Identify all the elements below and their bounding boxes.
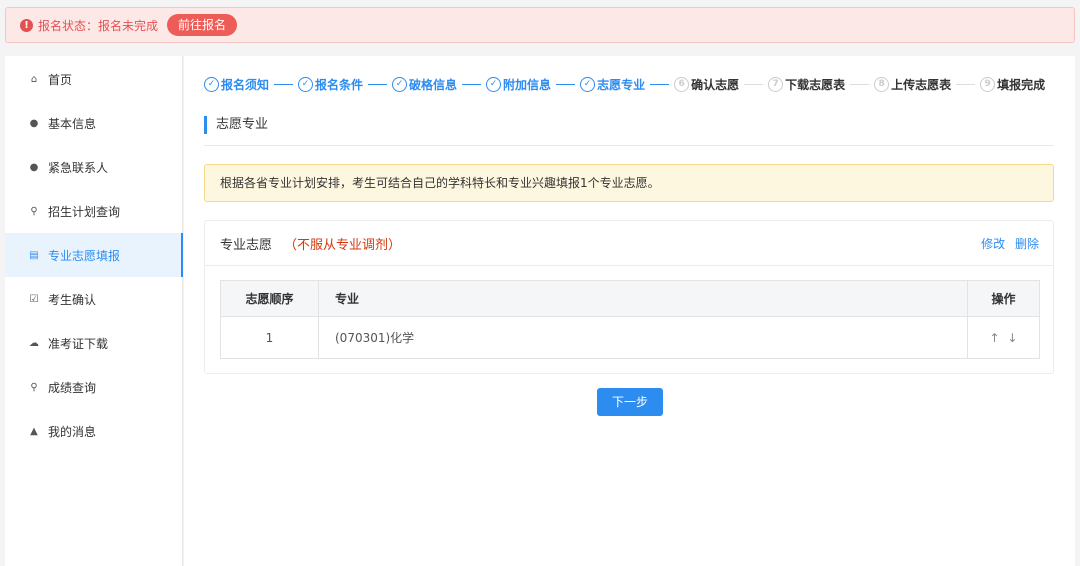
step-label: 上传志愿表 [891, 77, 952, 92]
sidebar-item-label: 招生计划查询 [48, 204, 121, 219]
col-major: 专业 [318, 280, 968, 317]
sidebar-item-label: 我的消息 [48, 424, 97, 439]
bell-icon: ▲ [30, 425, 38, 437]
step-label: 附加信息 [503, 77, 552, 92]
main-content: ✓ 报名须知 ✓ 报名条件 ✓ 破格信息 ✓ 附加信息 ✓ 志愿专业 6 确认志… [184, 56, 1075, 566]
panel-actions: 修改 删除 [975, 235, 1039, 252]
sidebar-item-label: 考生确认 [48, 292, 97, 307]
step-connector [744, 83, 764, 85]
panel-title: 专业志愿 [220, 237, 273, 253]
move-up-icon[interactable]: ↑ [990, 331, 1000, 345]
step-number: 9 [980, 76, 996, 92]
divider [204, 145, 1054, 146]
check-circle-icon: ✓ [204, 76, 219, 92]
status-alert: ! 报名状态：报名未完成 前往报名 [5, 7, 1075, 43]
panel-header: 专业志愿 （不服从专业调剂） 修改 删除 [205, 221, 1053, 266]
checkbox-icon: ☑ [29, 293, 39, 305]
search-icon: ⚲ [30, 205, 38, 217]
step-label: 报名须知 [221, 77, 270, 92]
sidebar-item-messages[interactable]: ▲ 我的消息 [5, 409, 182, 453]
edit-link[interactable]: 修改 [981, 237, 1005, 251]
sidebar-item-candidate-confirm[interactable]: ☑ 考生确认 [5, 277, 182, 321]
move-down-icon[interactable]: ↓ [1007, 331, 1017, 345]
step-label: 破格信息 [409, 77, 458, 92]
preference-table: 志愿顺序 专业 操作 1 (070301)化学 ↑ ↓ [220, 280, 1040, 359]
step-number: 6 [674, 76, 690, 92]
step-3: ✓ 破格信息 [392, 76, 457, 93]
sidebar-item-admission-ticket[interactable]: ☁ 准考证下载 [5, 321, 182, 365]
section-title: 志愿专业 [204, 116, 268, 134]
form-icon: ▤ [29, 249, 39, 261]
check-circle-icon: ✓ [486, 76, 502, 92]
cloud-download-icon: ☁ [29, 337, 39, 349]
step-8: 8 上传志愿表 [874, 76, 951, 93]
col-actions: 操作 [967, 280, 1040, 317]
cell-major: (070301)化学 [318, 316, 968, 359]
sidebar-item-label: 成绩查询 [48, 380, 97, 395]
sidebar-item-label: 专业志愿填报 [48, 248, 121, 263]
step-number: 7 [768, 76, 784, 92]
check-circle-icon: ✓ [580, 76, 596, 92]
step-7: 7 下载志愿表 [768, 76, 845, 93]
check-circle-icon: ✓ [392, 76, 408, 92]
step-4: ✓ 附加信息 [486, 76, 551, 93]
sidebar-item-label: 紧急联系人 [48, 160, 109, 175]
sidebar-item-home[interactable]: ⌂ 首页 [5, 57, 182, 101]
preference-panel: 专业志愿 （不服从专业调剂） 修改 删除 志愿顺序 专业 操作 1 (07030… [204, 220, 1054, 374]
table-header-row: 志愿顺序 专业 操作 [220, 280, 1040, 317]
go-register-button[interactable]: 前往报名 [167, 14, 238, 36]
sidebar-item-score-query[interactable]: ⚲ 成绩查询 [5, 365, 182, 409]
step-connector [462, 83, 482, 85]
step-label: 报名条件 [315, 77, 364, 92]
sidebar-item-enrollment-plan[interactable]: ⚲ 招生计划查询 [5, 189, 182, 233]
cell-order: 1 [220, 316, 319, 359]
no-adjustment-note: （不服从专业调剂） [284, 237, 402, 253]
cell-actions: ↑ ↓ [967, 316, 1040, 359]
sidebar-item-major-preference[interactable]: ▤ 专业志愿填报 [5, 233, 183, 277]
home-icon: ⌂ [30, 73, 38, 85]
sidebar: ⌂ 首页 ● 基本信息 ● 紧急联系人 ⚲ 招生计划查询 ▤ 专业志愿填报 ☑ … [5, 56, 183, 566]
sidebar-item-label: 准考证下载 [48, 336, 109, 351]
col-order: 志愿顺序 [220, 280, 319, 317]
delete-link[interactable]: 删除 [1015, 237, 1039, 251]
sidebar-item-emergency-contact[interactable]: ● 紧急联系人 [5, 145, 182, 189]
table-row: 1 (070301)化学 ↑ ↓ [220, 316, 1040, 359]
step-9: 9 填报完成 [980, 76, 1045, 93]
step-label: 志愿专业 [597, 77, 646, 92]
sidebar-item-basic-info[interactable]: ● 基本信息 [5, 101, 182, 145]
step-connector [274, 83, 294, 85]
step-connector [850, 83, 870, 85]
step-6: 6 确认志愿 [674, 76, 739, 93]
step-5: ✓ 志愿专业 [580, 76, 645, 93]
check-circle-icon: ✓ [298, 76, 314, 92]
step-1: ✓ 报名须知 [204, 76, 269, 93]
search-icon: ⚲ [30, 381, 38, 393]
step-connector [556, 83, 576, 85]
step-label: 填报完成 [997, 77, 1046, 92]
step-number: 8 [874, 76, 890, 92]
step-connector [368, 83, 388, 85]
sidebar-item-label: 基本信息 [48, 116, 97, 131]
progress-steps: ✓ 报名须知 ✓ 报名条件 ✓ 破格信息 ✓ 附加信息 ✓ 志愿专业 6 确认志… [204, 74, 1045, 94]
step-connector [650, 83, 670, 85]
info-circle-icon: ! [20, 18, 33, 32]
user-icon: ● [29, 161, 39, 173]
info-tip: 根据各省专业计划安排，考生可结合自己的学科特长和专业兴趣填报1个专业志愿。 [204, 164, 1054, 202]
alert-status-text: 报名状态：报名未完成 [38, 18, 159, 33]
user-icon: ● [29, 117, 39, 129]
sidebar-item-label: 首页 [48, 72, 73, 87]
step-label: 下载志愿表 [785, 77, 846, 92]
step-2: ✓ 报名条件 [298, 76, 363, 93]
next-step-button[interactable]: 下一步 [597, 388, 663, 416]
step-connector [956, 83, 976, 85]
step-label: 确认志愿 [691, 77, 740, 92]
